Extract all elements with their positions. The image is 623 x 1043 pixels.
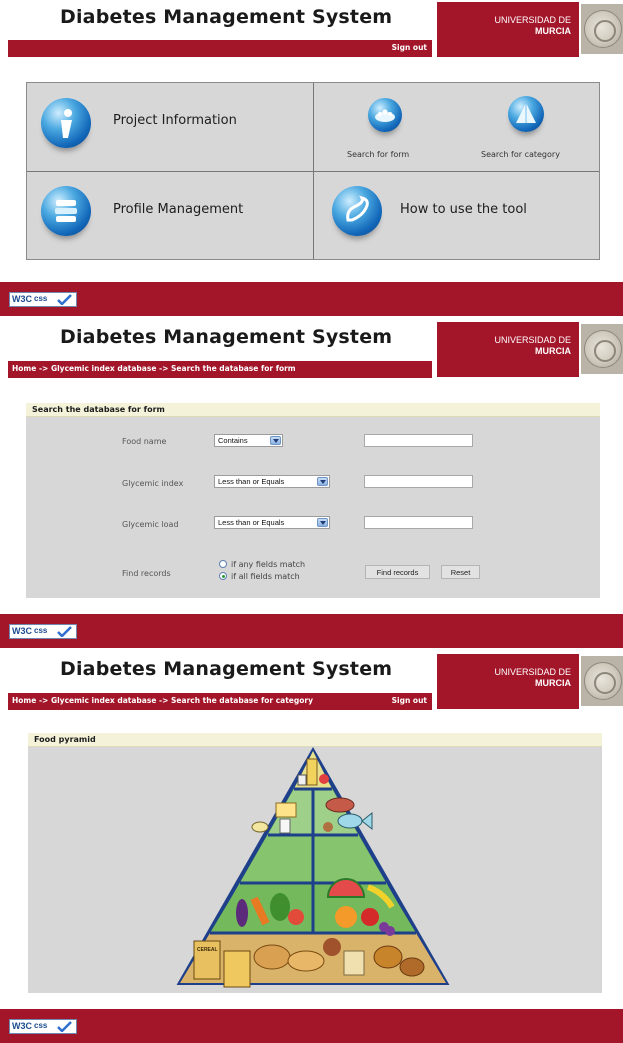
chevron-down-icon bbox=[270, 436, 281, 445]
project-information-button[interactable]: Project Information bbox=[27, 83, 313, 171]
university-name-line2: MURCIA bbox=[535, 346, 571, 356]
radio-circle-icon bbox=[219, 560, 227, 568]
sign-out-link[interactable]: Sign out bbox=[392, 696, 427, 705]
sign-out-link[interactable]: Sign out bbox=[392, 43, 427, 52]
university-name-line2: MURCIA bbox=[535, 26, 571, 36]
match-all-label: if all fields match bbox=[231, 572, 300, 581]
university-seal-icon bbox=[581, 4, 623, 54]
university-name-line1: UNIVERSIDAD DE bbox=[494, 667, 571, 677]
breadcrumb[interactable]: Home -> Glycemic index database -> Searc… bbox=[12, 364, 296, 373]
food-name-operator-select[interactable]: Contains bbox=[214, 434, 283, 447]
css-text: css bbox=[34, 294, 48, 303]
chevron-down-icon bbox=[317, 477, 328, 486]
footer: W3C css bbox=[0, 614, 623, 648]
search-for-category-label: Search for category bbox=[481, 150, 560, 159]
food-pyramid-illustration[interactable]: CEREAL bbox=[28, 747, 602, 993]
w3c-css-validated-icon[interactable]: W3C css bbox=[9, 292, 77, 307]
screen-food-pyramid: Diabetes Management System Home -> Glyce… bbox=[0, 652, 623, 722]
glycemic-index-label: Glycemic index bbox=[122, 479, 184, 488]
glycemic-load-operator-select[interactable]: Less than or Equals bbox=[214, 516, 330, 529]
w3c-text: W3C bbox=[12, 626, 32, 636]
glycemic-load-operator-value: Less than or Equals bbox=[218, 518, 285, 527]
university-logo[interactable]: UNIVERSIDAD DE MURCIA bbox=[437, 322, 579, 377]
university-name-line2: MURCIA bbox=[535, 678, 571, 688]
radio-selected-icon bbox=[219, 572, 227, 580]
page-title: Diabetes Management System bbox=[60, 6, 393, 28]
footer: W3C css bbox=[0, 1009, 623, 1043]
w3c-css-validated-icon[interactable]: W3C css bbox=[9, 624, 77, 639]
project-information-label: Project Information bbox=[113, 113, 237, 128]
page-title: Diabetes Management System bbox=[60, 658, 393, 680]
glycemic-load-input[interactable] bbox=[364, 516, 473, 529]
w3c-css-validated-icon[interactable]: W3C css bbox=[9, 1019, 77, 1034]
header: Diabetes Management System Home -> Glyce… bbox=[0, 652, 623, 714]
search-for-form-label: Search for form bbox=[347, 150, 410, 159]
pyramid-icon bbox=[508, 96, 544, 132]
university-logo[interactable]: UNIVERSIDAD DE MURCIA bbox=[437, 654, 579, 709]
university-name-line1: UNIVERSIDAD DE bbox=[494, 335, 571, 345]
box-title: Food pyramid bbox=[28, 733, 602, 747]
profile-stack-icon bbox=[41, 186, 91, 236]
food-name-input[interactable] bbox=[364, 434, 473, 447]
reset-button[interactable]: Reset bbox=[441, 565, 480, 579]
how-to-use-button[interactable]: How to use the tool bbox=[314, 172, 599, 259]
css-text: css bbox=[34, 626, 48, 635]
screen-home: Diabetes Management System Sign out UNIV… bbox=[0, 0, 623, 318]
university-seal-icon bbox=[581, 324, 623, 374]
university-seal-icon bbox=[581, 656, 623, 706]
nav-bar: Home -> Glycemic index database -> Searc… bbox=[8, 361, 432, 378]
glycemic-index-operator-select[interactable]: Less than or Equals bbox=[214, 475, 330, 488]
university-logo[interactable]: UNIVERSIDAD DE MURCIA bbox=[437, 2, 579, 57]
main-menu-grid: Project Information Search for form Sear… bbox=[26, 82, 600, 260]
glycemic-load-label: Glycemic load bbox=[122, 520, 179, 529]
match-any-label: if any fields match bbox=[231, 560, 306, 569]
info-icon bbox=[41, 98, 91, 148]
search-form-icon bbox=[368, 98, 402, 132]
how-to-use-label: How to use the tool bbox=[400, 202, 527, 217]
w3c-text: W3C bbox=[12, 294, 32, 304]
nav-bar: Home -> Glycemic index database -> Searc… bbox=[8, 693, 432, 710]
match-all-radio[interactable]: if all fields match bbox=[219, 572, 300, 581]
food-pyramid-box: Food pyramid CEREAL bbox=[28, 733, 602, 993]
university-name-line1: UNIVERSIDAD DE bbox=[494, 15, 571, 25]
find-records-button[interactable]: Find records bbox=[365, 565, 430, 579]
food-name-label: Food name bbox=[122, 437, 167, 446]
glycemic-index-operator-value: Less than or Equals bbox=[218, 477, 285, 486]
search-form-box: Search the database for form Food name C… bbox=[26, 403, 600, 598]
w3c-text: W3C bbox=[12, 1021, 32, 1031]
breadcrumb[interactable]: Home -> Glycemic index database -> Searc… bbox=[12, 696, 313, 705]
header: Diabetes Management System Sign out UNIV… bbox=[0, 0, 623, 62]
box-title: Search the database for form bbox=[26, 403, 600, 417]
help-scroll-icon bbox=[332, 186, 382, 236]
footer: W3C css bbox=[0, 282, 623, 316]
glycemic-index-input[interactable] bbox=[364, 475, 473, 488]
header: Diabetes Management System Home -> Glyce… bbox=[0, 320, 623, 382]
find-records-label: Find records bbox=[122, 569, 171, 578]
cereal-box-label: CEREAL bbox=[197, 947, 218, 953]
css-text: css bbox=[34, 1021, 48, 1030]
profile-management-button[interactable]: Profile Management bbox=[27, 172, 313, 259]
food-name-operator-value: Contains bbox=[218, 436, 248, 445]
search-for-category-button[interactable]: Search for category bbox=[457, 83, 599, 171]
chevron-down-icon bbox=[317, 518, 328, 527]
page-title: Diabetes Management System bbox=[60, 326, 393, 348]
search-for-form-button[interactable]: Search for form bbox=[314, 83, 457, 171]
profile-management-label: Profile Management bbox=[113, 202, 244, 217]
nav-bar: Sign out bbox=[8, 40, 432, 57]
match-any-radio[interactable]: if any fields match bbox=[219, 560, 305, 569]
